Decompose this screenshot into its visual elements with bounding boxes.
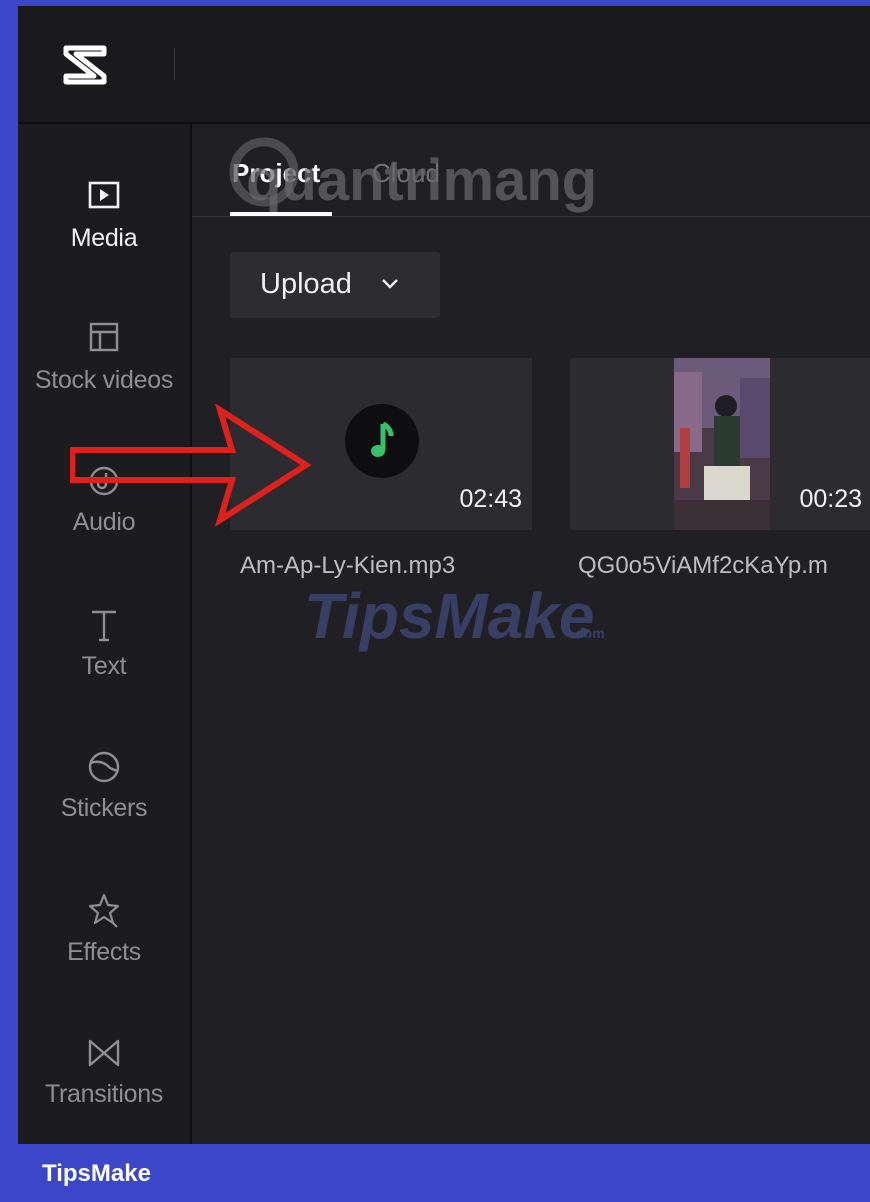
duration-label: 00:23 xyxy=(799,485,862,513)
tipsmake-watermark: TipsMake .com xyxy=(304,580,605,652)
upload-label: Upload xyxy=(260,268,352,300)
footer-label: TipsMake xyxy=(42,1160,151,1187)
sidebar-item-stock-videos[interactable]: Stock videos xyxy=(18,318,190,418)
media-card-video[interactable]: 00:23 xyxy=(570,358,870,530)
upload-button[interactable]: Upload xyxy=(230,252,440,318)
sidebar: Media Stock videos Audio Text Stickers E… xyxy=(18,124,192,1144)
top-bar xyxy=(18,6,870,124)
watermark-top-text: quantrimang xyxy=(246,148,597,213)
app-window: Media Stock videos Audio Text Stickers E… xyxy=(18,6,870,1144)
stock-videos-icon xyxy=(89,322,119,352)
sidebar-item-media[interactable]: Media xyxy=(18,176,190,276)
chevron-down-icon xyxy=(382,279,398,289)
effects-icon xyxy=(88,893,120,928)
watermark-mid-text: TipsMake xyxy=(304,580,595,652)
media-filename: QG0o5ViAMf2cKaYp.m xyxy=(578,552,828,579)
media-filename: Am-Ap-Ly-Kien.mp3 xyxy=(240,552,456,579)
footer-bar: TipsMake xyxy=(0,1144,870,1202)
duration-label: 02:43 xyxy=(459,485,522,513)
sidebar-item-label: Text xyxy=(81,652,127,680)
sidebar-item-label: Transitions xyxy=(44,1080,164,1108)
sidebar-item-label: Stickers xyxy=(60,794,148,822)
capcut-logo-icon[interactable] xyxy=(62,44,108,86)
sidebar-item-label: Media xyxy=(70,224,138,252)
stickers-icon xyxy=(88,751,120,783)
sidebar-item-effects[interactable]: Effects xyxy=(18,890,190,990)
sidebar-item-label: Stock videos xyxy=(34,366,174,394)
red-arrow-annotation xyxy=(70,404,312,526)
sidebar-item-text[interactable]: Text xyxy=(18,604,190,704)
quantrimang-watermark: quantrimang xyxy=(229,137,597,213)
transitions-icon xyxy=(88,1039,120,1067)
watermark-mid-suffix: .com xyxy=(572,625,605,641)
text-icon xyxy=(92,610,116,642)
media-icon xyxy=(88,181,120,209)
sidebar-item-stickers[interactable]: Stickers xyxy=(18,746,190,846)
topbar-divider xyxy=(174,48,175,80)
music-thumbnail xyxy=(345,404,419,478)
video-thumbnail xyxy=(674,358,770,530)
sidebar-item-label: Effects xyxy=(67,938,141,966)
sidebar-item-transitions[interactable]: Transitions xyxy=(18,1032,190,1132)
music-note-icon xyxy=(371,421,394,457)
